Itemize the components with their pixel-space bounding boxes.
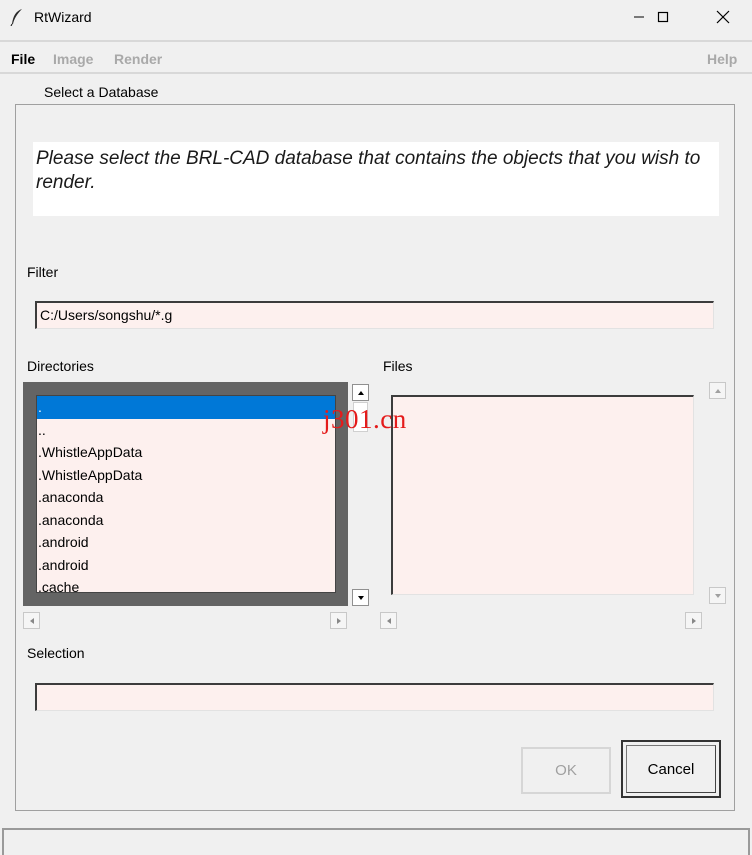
directories-list[interactable]: . .. .WhistleAppData .WhistleAppData .an… bbox=[36, 395, 336, 593]
cancel-button[interactable]: Cancel bbox=[621, 740, 721, 798]
menu-image[interactable]: Image bbox=[53, 51, 93, 67]
files-vscrollbar[interactable] bbox=[709, 382, 726, 606]
maximize-icon bbox=[657, 11, 669, 23]
scroll-down-button[interactable] bbox=[709, 587, 726, 604]
close-icon bbox=[716, 10, 730, 24]
list-item[interactable]: . bbox=[37, 396, 335, 419]
maximize-button[interactable] bbox=[640, 0, 686, 34]
filter-label: Filter bbox=[27, 264, 59, 280]
scroll-right-button[interactable] bbox=[330, 612, 347, 629]
arrow-right-icon bbox=[691, 617, 696, 624]
list-item[interactable]: .WhistleAppData bbox=[37, 441, 335, 464]
page-title: Select a Database bbox=[44, 84, 159, 100]
arrow-down-icon bbox=[714, 593, 721, 598]
menu-help[interactable]: Help bbox=[707, 51, 737, 67]
window-title: RtWizard bbox=[34, 9, 92, 25]
feather-icon bbox=[10, 9, 22, 26]
list-item[interactable]: .cache bbox=[37, 576, 335, 592]
arrow-left-icon bbox=[386, 617, 391, 624]
list-item[interactable]: .anaconda bbox=[37, 486, 335, 509]
filter-input[interactable]: C:/Users/songshu/*.g bbox=[35, 301, 714, 329]
directories-hscrollbar[interactable] bbox=[23, 612, 348, 629]
close-button[interactable] bbox=[700, 0, 746, 34]
list-item[interactable]: .WhistleAppData bbox=[37, 464, 335, 487]
arrow-right-icon bbox=[336, 617, 341, 624]
instructions-text: Please select the BRL-CAD database that … bbox=[33, 142, 719, 216]
title-bar: RtWizard bbox=[0, 0, 752, 34]
files-list[interactable] bbox=[391, 395, 694, 595]
watermark: j301.cn bbox=[323, 404, 407, 434]
selection-label: Selection bbox=[27, 645, 85, 661]
scroll-up-button[interactable] bbox=[709, 382, 726, 399]
menu-file[interactable]: File bbox=[11, 51, 35, 67]
scroll-down-button[interactable] bbox=[352, 589, 369, 606]
status-bar bbox=[2, 828, 750, 855]
selection-input[interactable] bbox=[35, 683, 714, 711]
ok-button[interactable]: OK bbox=[521, 747, 611, 794]
arrow-left-icon bbox=[29, 617, 34, 624]
list-item[interactable]: .android bbox=[37, 531, 335, 554]
arrow-up-icon bbox=[357, 390, 364, 395]
files-hscrollbar[interactable] bbox=[380, 612, 705, 629]
scroll-left-button[interactable] bbox=[380, 612, 397, 629]
arrow-down-icon bbox=[357, 595, 364, 600]
scroll-up-button[interactable] bbox=[352, 384, 369, 401]
menu-bar: File Image Render Help bbox=[0, 40, 752, 74]
scroll-right-button[interactable] bbox=[685, 612, 702, 629]
files-label: Files bbox=[383, 358, 413, 374]
cancel-button-label: Cancel bbox=[626, 745, 716, 793]
menu-render[interactable]: Render bbox=[114, 51, 162, 67]
scroll-left-button[interactable] bbox=[23, 612, 40, 629]
directories-label: Directories bbox=[27, 358, 94, 374]
list-item[interactable]: .anaconda bbox=[37, 509, 335, 532]
list-item[interactable]: .android bbox=[37, 554, 335, 577]
list-item[interactable]: .. bbox=[37, 419, 335, 442]
arrow-up-icon bbox=[714, 388, 721, 393]
